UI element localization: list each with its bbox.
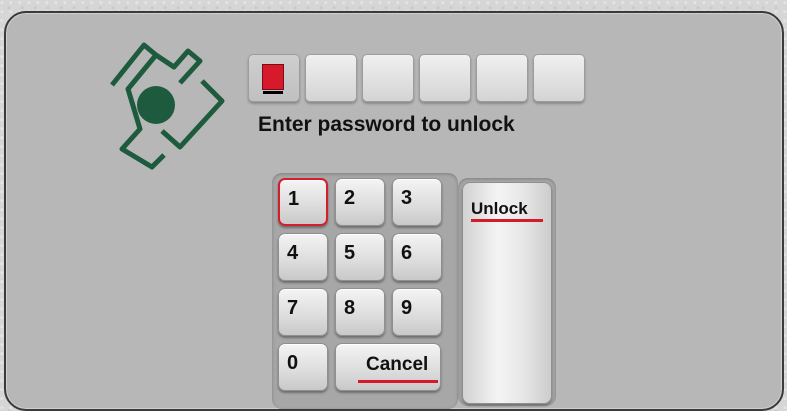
key-7[interactable]: 7: [278, 288, 328, 336]
pin-cursor: [262, 64, 284, 90]
key-9[interactable]: 9: [392, 288, 442, 336]
pin-digit-box: [248, 54, 300, 102]
lock-screen-panel: Enter password to unlock 1 2 3 4 5 6 7 8…: [4, 11, 784, 411]
pinwheel-logo-icon: [110, 42, 225, 170]
cancel-label: Cancel: [366, 354, 429, 375]
unlock-prompt: Enter password to unlock: [258, 113, 515, 136]
pin-cursor-underline: [263, 91, 283, 94]
key-1[interactable]: 1: [278, 178, 328, 226]
key-8[interactable]: 8: [335, 288, 385, 336]
cancel-button[interactable]: Cancel: [335, 343, 441, 391]
pin-digit-box: [305, 54, 357, 102]
key-6[interactable]: 6: [392, 233, 442, 281]
unlock-label: Unlock: [471, 199, 528, 218]
pin-digit-box: [362, 54, 414, 102]
unlock-underline: [471, 219, 543, 222]
key-5[interactable]: 5: [335, 233, 385, 281]
key-0[interactable]: 0: [278, 343, 328, 391]
pin-digit-box: [476, 54, 528, 102]
pin-digit-box: [419, 54, 471, 102]
key-3[interactable]: 3: [392, 178, 442, 226]
key-4[interactable]: 4: [278, 233, 328, 281]
key-2[interactable]: 2: [335, 178, 385, 226]
unlock-button[interactable]: Unlock: [462, 182, 552, 404]
pin-digit-box: [533, 54, 585, 102]
cancel-underline: [358, 380, 438, 383]
